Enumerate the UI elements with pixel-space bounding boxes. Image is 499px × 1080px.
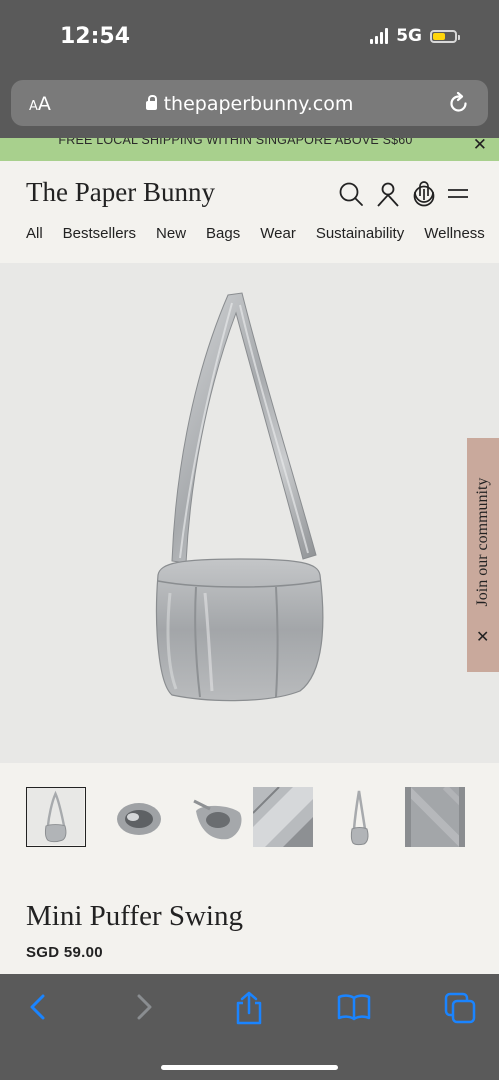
browser-address-area: AA thepaperbunny.com (0, 72, 499, 138)
signal-icon (370, 28, 389, 44)
thumbnail-6[interactable] (405, 787, 465, 847)
thumbnail-2[interactable] (109, 787, 169, 847)
nav-item-wellness[interactable]: Wellness (424, 225, 485, 242)
url-display[interactable]: thepaperbunny.com (11, 93, 488, 115)
address-bar[interactable]: AA thepaperbunny.com (11, 80, 488, 126)
product-image-gallery[interactable] (0, 263, 499, 763)
category-nav: All Bestsellers New Bags Wear Sustainabi… (26, 225, 499, 242)
url-text: thepaperbunny.com (163, 93, 354, 115)
tabs-icon[interactable] (443, 991, 477, 1030)
header-icons (338, 180, 469, 212)
share-icon[interactable] (233, 991, 265, 1030)
home-indicator (161, 1065, 338, 1070)
close-icon[interactable]: ✕ (476, 627, 489, 647)
status-time: 12:54 (60, 24, 131, 49)
site-header: The Paper Bunny All Bestsellers New Bags… (0, 161, 499, 263)
lock-icon (145, 95, 157, 110)
close-icon[interactable]: ✕ (473, 138, 487, 155)
status-indicators: 5G (370, 26, 460, 46)
account-icon[interactable] (375, 181, 401, 212)
promo-text: FREE LOCAL SHIPPING WITHIN SINGAPORE ABO… (58, 138, 413, 147)
status-bar: 12:54 5G (0, 0, 499, 72)
menu-icon[interactable] (447, 187, 469, 206)
network-label: 5G (396, 26, 422, 46)
nav-item-new[interactable]: New (156, 225, 186, 242)
site-logo[interactable]: The Paper Bunny (26, 177, 215, 208)
thumbnail-1[interactable] (26, 787, 86, 847)
nav-item-wear[interactable]: Wear (260, 225, 296, 242)
product-price: SGD 59.00 (26, 944, 103, 961)
battery-icon (430, 29, 460, 43)
thumbnail-strip (0, 763, 499, 863)
thumbnail-3[interactable] (190, 787, 250, 847)
nav-item-sustainability[interactable]: Sustainability (316, 225, 404, 242)
thumbnail-5[interactable] (329, 787, 389, 847)
back-icon[interactable] (26, 991, 50, 1028)
promo-banner: FREE LOCAL SHIPPING WITHIN SINGAPORE ABO… (0, 138, 499, 161)
browser-toolbar (0, 974, 499, 1080)
bookmarks-icon[interactable] (337, 991, 371, 1028)
cart-icon[interactable] (412, 180, 436, 212)
join-community-tab[interactable]: Join our community ✕ (467, 438, 499, 672)
nav-item-bags[interactable]: Bags (206, 225, 240, 242)
search-icon[interactable] (338, 181, 364, 212)
thumbnail-4[interactable] (253, 787, 313, 847)
product-title: Mini Puffer Swing (26, 900, 243, 932)
nav-item-all[interactable]: All (26, 225, 43, 242)
reload-icon[interactable] (448, 91, 470, 120)
forward-icon[interactable] (132, 991, 156, 1028)
join-community-label: Join our community (474, 477, 491, 607)
nav-item-bestsellers[interactable]: Bestsellers (63, 225, 136, 242)
product-image (155, 292, 324, 702)
